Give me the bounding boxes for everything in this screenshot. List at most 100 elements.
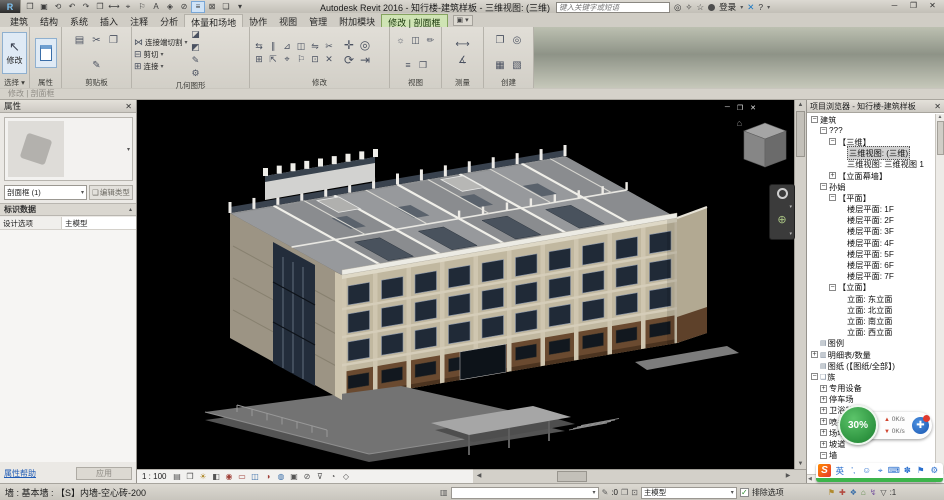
extend-icon[interactable]: ⇋ (308, 40, 322, 53)
default-3d-view-icon[interactable]: ◈ (163, 1, 177, 13)
ribbon-display-toggle[interactable]: ▣ ▾ (453, 15, 473, 26)
tree-item-elev-east[interactable]: 立面: 东立面 (808, 293, 936, 304)
type-selector-dropdown-icon[interactable]: ▾ (127, 146, 130, 153)
cope-icon[interactable]: ◪ (189, 28, 203, 41)
apply-button[interactable]: 应用 (76, 467, 132, 480)
tree-item-schedules[interactable]: + ▥ 明细表/数量 (808, 349, 936, 360)
tree-toggle-icon[interactable]: + (820, 441, 827, 448)
view-close-icon[interactable]: ✕ (750, 104, 756, 112)
browser-vertical-scrollbar[interactable]: ▲ (935, 114, 944, 474)
switch-windows-icon[interactable]: ❏ (219, 1, 233, 13)
shadows-icon[interactable]: ◧ (209, 472, 222, 481)
copy-move-icon[interactable]: ◎ (357, 38, 373, 53)
ime-keyboard-icon[interactable]: ⌨ (887, 465, 901, 477)
measure-angle-icon[interactable]: ∡ (455, 53, 471, 68)
tab-massing-site[interactable]: 体量和场地 (184, 14, 243, 27)
drawing-area[interactable]: ─ ❐ ✕ ⌂ ▾ ⊕ ▾ ▲ ▼ 1 : 100 ▤❒☀◧◉▭◫◑◍▣⊘⊽◔◇ (137, 100, 806, 483)
displace-elements-icon[interactable]: ≡ (401, 59, 415, 72)
paste-icon[interactable]: ▤ (72, 33, 88, 48)
communication-center-icon[interactable]: ✧ (685, 2, 692, 13)
tree-item-elev-curtainwall[interactable]: + 【立面幕墙】 (808, 170, 936, 181)
viewcube[interactable] (742, 120, 788, 170)
section-icon[interactable]: ⊘ (177, 1, 191, 13)
reveal-icon[interactable]: ❒ (416, 59, 430, 72)
sogou-logo-icon[interactable]: S (818, 464, 831, 477)
redo-icon[interactable]: ↷ (79, 1, 93, 13)
tree-toggle-icon[interactable]: + (820, 407, 827, 414)
measure-icon[interactable]: ⟷ (107, 1, 121, 13)
tree-item-elevations-group[interactable]: − 【立面】 (808, 282, 936, 293)
help-icon[interactable]: ? (758, 2, 763, 12)
demolish-icon[interactable]: ⚙ (189, 67, 203, 80)
tree-toggle-icon[interactable]: + (820, 385, 827, 392)
zoom-icon[interactable]: ⊕ (777, 215, 786, 226)
tree-toggle-icon[interactable]: − (829, 284, 836, 291)
hide-in-view-icon[interactable]: ☼ (394, 34, 408, 47)
sign-in-dropdown-icon[interactable]: ▾ (740, 4, 743, 11)
tree-toggle-icon[interactable]: − (811, 116, 818, 123)
design-option-dropdown[interactable]: 主模型▾ (641, 487, 737, 499)
type-selector[interactable]: ▾ (4, 117, 133, 181)
cut-icon[interactable]: ✂ (89, 33, 105, 48)
view-restore-icon[interactable]: ❐ (737, 104, 743, 112)
customize-qat-icon[interactable]: ▾ (233, 1, 247, 13)
detail-level-icon[interactable]: ▤ (170, 472, 183, 481)
help-dropdown-icon[interactable]: ▾ (767, 4, 770, 11)
override-graphics-icon[interactable]: ◫ (409, 34, 423, 47)
ime-mode-icon[interactable]: 英 (833, 465, 847, 477)
steering-wheel-icon[interactable] (777, 188, 788, 199)
scroll-right-icon[interactable]: ▶ (783, 471, 793, 482)
delete-icon[interactable]: ✕ (322, 53, 336, 66)
sun-path-icon[interactable]: ☀ (196, 472, 209, 481)
search-icon[interactable]: ◎ (674, 2, 681, 13)
scroll-up-icon[interactable]: ▲ (795, 100, 806, 110)
mirror-axis-icon[interactable]: ⊿ (280, 40, 294, 53)
sign-in-button[interactable]: 登录 (719, 1, 736, 13)
tree-item-ramps[interactable]: + 坡道 (808, 438, 936, 449)
thin-lines-icon[interactable]: ≡ (191, 1, 205, 13)
sync-icon[interactable]: ⟲ (51, 1, 65, 13)
undo-icon[interactable]: ↶ (65, 1, 79, 13)
editing-requests-icon[interactable]: ✎ (602, 488, 609, 497)
ime-handwriting-icon[interactable]: ✽ (901, 465, 915, 477)
split-icon[interactable]: ✂ (322, 40, 336, 53)
minimize-button[interactable]: ─ (885, 0, 904, 12)
tree-item-3d-view-1[interactable]: 三维视图: 三维视图 1 (808, 159, 936, 170)
tree-item-plan-7f[interactable]: 楼层平面: 7F (808, 271, 936, 282)
split-face-icon[interactable]: ◩ (189, 41, 203, 54)
filter-icon[interactable]: ▽ (880, 488, 886, 497)
paint-icon[interactable]: ✎ (189, 54, 203, 67)
create-parts-icon[interactable]: ▧ (509, 58, 525, 73)
edit-type-button[interactable]: ❑ 编辑类型 (89, 185, 133, 200)
tree-item-plans-group[interactable]: − 【平面】 (808, 192, 936, 203)
tree-item-plan-4f[interactable]: 楼层平面: 4F (808, 237, 936, 248)
cope-cut-button[interactable]: ⋈连接端切割▾ (134, 37, 188, 48)
favorites-star-icon[interactable]: ☆ (697, 2, 705, 13)
tag-icon[interactable]: ⚐ (135, 1, 149, 13)
tree-toggle-icon[interactable]: + (811, 351, 818, 358)
zoom-dropdown-icon[interactable]: ▾ (789, 231, 792, 237)
temporary-hide-isolate-icon[interactable]: ◑ (261, 472, 274, 481)
copy-icon[interactable]: ❐ (106, 33, 122, 48)
tab-collaborate[interactable]: 协作 (243, 14, 273, 27)
offset-icon[interactable]: ∥ (266, 40, 280, 53)
tree-item-walls[interactable]: − 墙 (808, 450, 936, 461)
view-minimize-icon[interactable]: ─ (725, 104, 730, 112)
join-button[interactable]: ⊞连接▾ (134, 61, 188, 72)
print-icon[interactable]: ❐ (93, 1, 107, 13)
create-similar-icon[interactable]: ◎ (509, 33, 525, 48)
close-button[interactable]: ✕ (923, 0, 942, 12)
project-browser-close-icon[interactable]: ✕ (934, 102, 941, 111)
tab-annotate[interactable]: 注释 (124, 14, 154, 27)
tree-item-families[interactable]: − ❑ 族 (808, 371, 936, 382)
exclude-options-checkbox[interactable]: ✓ (740, 488, 749, 497)
crop-region-icon[interactable]: ◫ (248, 472, 261, 481)
create-group-icon[interactable]: ❐ (492, 33, 508, 48)
horizontal-scrollbar[interactable]: ◀ ▶ (473, 469, 794, 483)
tree-toggle-icon[interactable]: + (820, 429, 827, 436)
cut-button[interactable]: ⊟剪切▾ (134, 49, 188, 60)
progress-ball[interactable]: 30% (838, 405, 878, 445)
tab-view[interactable]: 视图 (273, 14, 303, 27)
tree-toggle-icon[interactable]: + (820, 396, 827, 403)
tree-item-architecture[interactable]: − 建筑 (808, 114, 936, 125)
